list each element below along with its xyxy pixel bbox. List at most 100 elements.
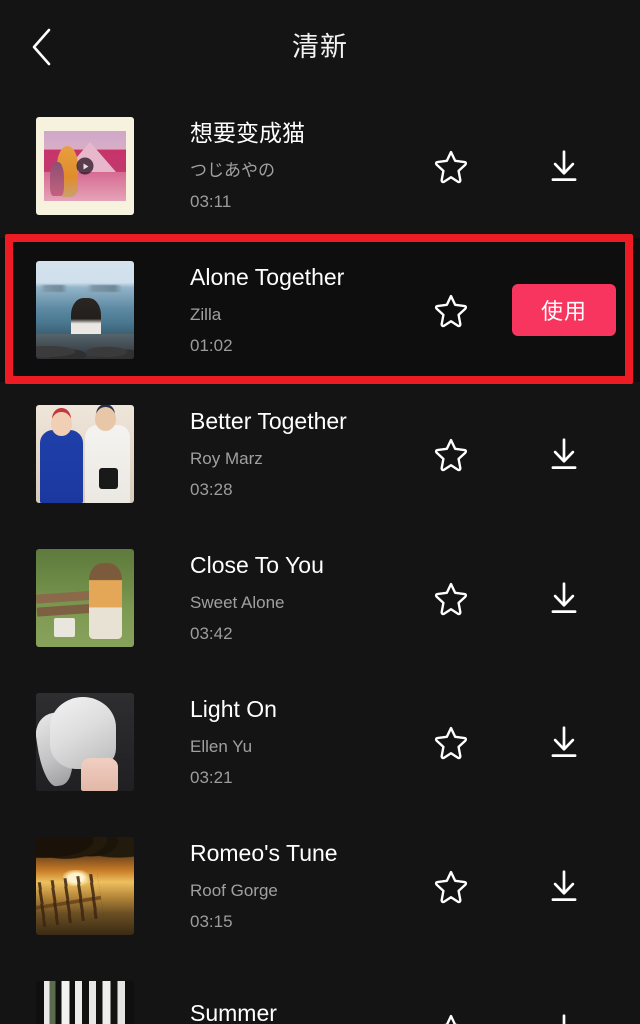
track-actions [414,993,640,1024]
use-button[interactable]: 使用 [512,284,616,336]
track-artist: Sweet Alone [190,593,285,612]
download-button[interactable] [527,417,601,491]
track-duration: 03:11 [190,192,232,212]
track-thumbnail[interactable] [36,981,134,1024]
track-row[interactable]: Romeo's Tune Roof Gorge 03:15 [0,814,640,958]
track-meta: Alone Together Zilla 01:02 [134,264,414,356]
artwork-person-right [85,407,131,503]
artwork-photo [43,130,127,202]
track-actions [414,849,640,923]
track-thumbnail[interactable] [36,117,134,215]
track-artist: Zilla [190,305,222,324]
track-row[interactable]: 想要变成猫 つじあやの 03:11 [0,94,640,238]
download-button-slot [488,561,640,635]
track-row[interactable]: Close To You Sweet Alone 03:42 [0,526,640,670]
track-actions: 使用 [414,273,640,347]
track-row[interactable]: Summer原创音乐人 [0,958,640,1024]
track-actions [414,417,640,491]
download-button-slot [488,129,640,203]
artwork-rocks [36,333,134,359]
artwork-fence [36,873,104,930]
download-icon [545,1011,583,1024]
track-artist: Roy Marz [190,449,263,468]
download-button[interactable] [527,705,601,779]
download-button-slot [488,705,640,779]
download-button[interactable] [527,849,601,923]
download-icon [545,147,583,185]
track-thumbnail[interactable] [36,693,134,791]
download-button[interactable] [527,561,601,635]
track-artist: Ellen Yu [190,737,253,756]
track-title: Light On [190,696,277,723]
track-thumbnail[interactable] [36,405,134,503]
track-title: Romeo's Tune [190,840,338,867]
artwork-person-left [39,411,84,503]
download-button-slot [488,417,640,491]
download-button[interactable] [527,129,601,203]
download-icon [545,579,583,617]
track-title: Close To You [190,552,324,579]
artwork-piano-keys [36,981,134,1024]
track-row[interactable]: Light On Ellen Yu 03:21 [0,670,640,814]
track-thumbnail[interactable] [36,549,134,647]
track-artwork [36,837,134,935]
artwork-neck [81,757,119,791]
track-actions [414,561,640,635]
track-artwork [36,981,134,1024]
artwork-leaves [36,837,134,873]
favorite-button[interactable] [414,129,488,203]
favorite-button[interactable] [414,705,488,779]
play-icon[interactable] [76,157,94,175]
track-artwork [36,261,134,359]
track-meta: Close To You Sweet Alone 03:42 [134,552,414,644]
favorite-button[interactable] [414,273,488,347]
star-outline-icon [432,867,470,905]
artwork-bag [98,467,119,490]
artwork-bag [53,617,76,638]
track-meta: 想要变成猫 つじあやの 03:11 [134,120,414,212]
track-thumbnail[interactable] [36,261,134,359]
foreground-figure-2 [50,161,64,196]
use-button-slot: 使用 [488,284,640,336]
track-duration: 03:15 [190,912,233,932]
chevron-left-icon [29,27,55,67]
download-icon [545,435,583,473]
download-button-slot [488,849,640,923]
download-button[interactable] [527,993,601,1024]
favorite-button[interactable] [414,993,488,1024]
track-meta: Summer原创音乐人 [134,1000,414,1024]
track-artist: つじあやの [190,161,275,180]
track-row[interactable]: Alone Together Zilla 01:02 使用 [0,238,640,382]
download-icon [545,867,583,905]
back-button[interactable] [14,19,70,75]
page-header: 清新 [0,0,640,94]
track-row[interactable]: Better Together Roy Marz 03:28 [0,382,640,526]
artwork-hills [36,284,134,293]
track-title: Summer [190,999,277,1024]
track-duration: 01:02 [190,336,233,356]
star-outline-icon [432,435,470,473]
download-button-slot [488,993,640,1024]
star-outline-icon [432,723,470,761]
track-duration: 03:21 [190,768,233,788]
track-meta: Light On Ellen Yu 03:21 [134,696,414,788]
star-outline-icon [432,579,470,617]
page-title: 清新 [292,31,348,62]
artwork-figure [88,562,123,640]
track-thumbnail[interactable] [36,837,134,935]
track-title: Better Together [190,408,347,435]
favorite-button[interactable] [414,849,488,923]
track-artwork [36,693,134,791]
track-title: Alone Together [190,264,345,291]
track-artwork [36,549,134,647]
track-artist: Roof Gorge [190,881,278,900]
favorite-button[interactable] [414,561,488,635]
track-duration: 03:42 [190,624,233,644]
track-list: 想要变成猫 つじあやの 03:11 Alone Together Zilla 01:02… [0,94,640,1024]
track-artwork [36,405,134,503]
track-artwork [36,117,134,215]
track-actions [414,129,640,203]
star-outline-icon [432,291,470,329]
favorite-button[interactable] [414,417,488,491]
star-outline-icon [432,147,470,185]
